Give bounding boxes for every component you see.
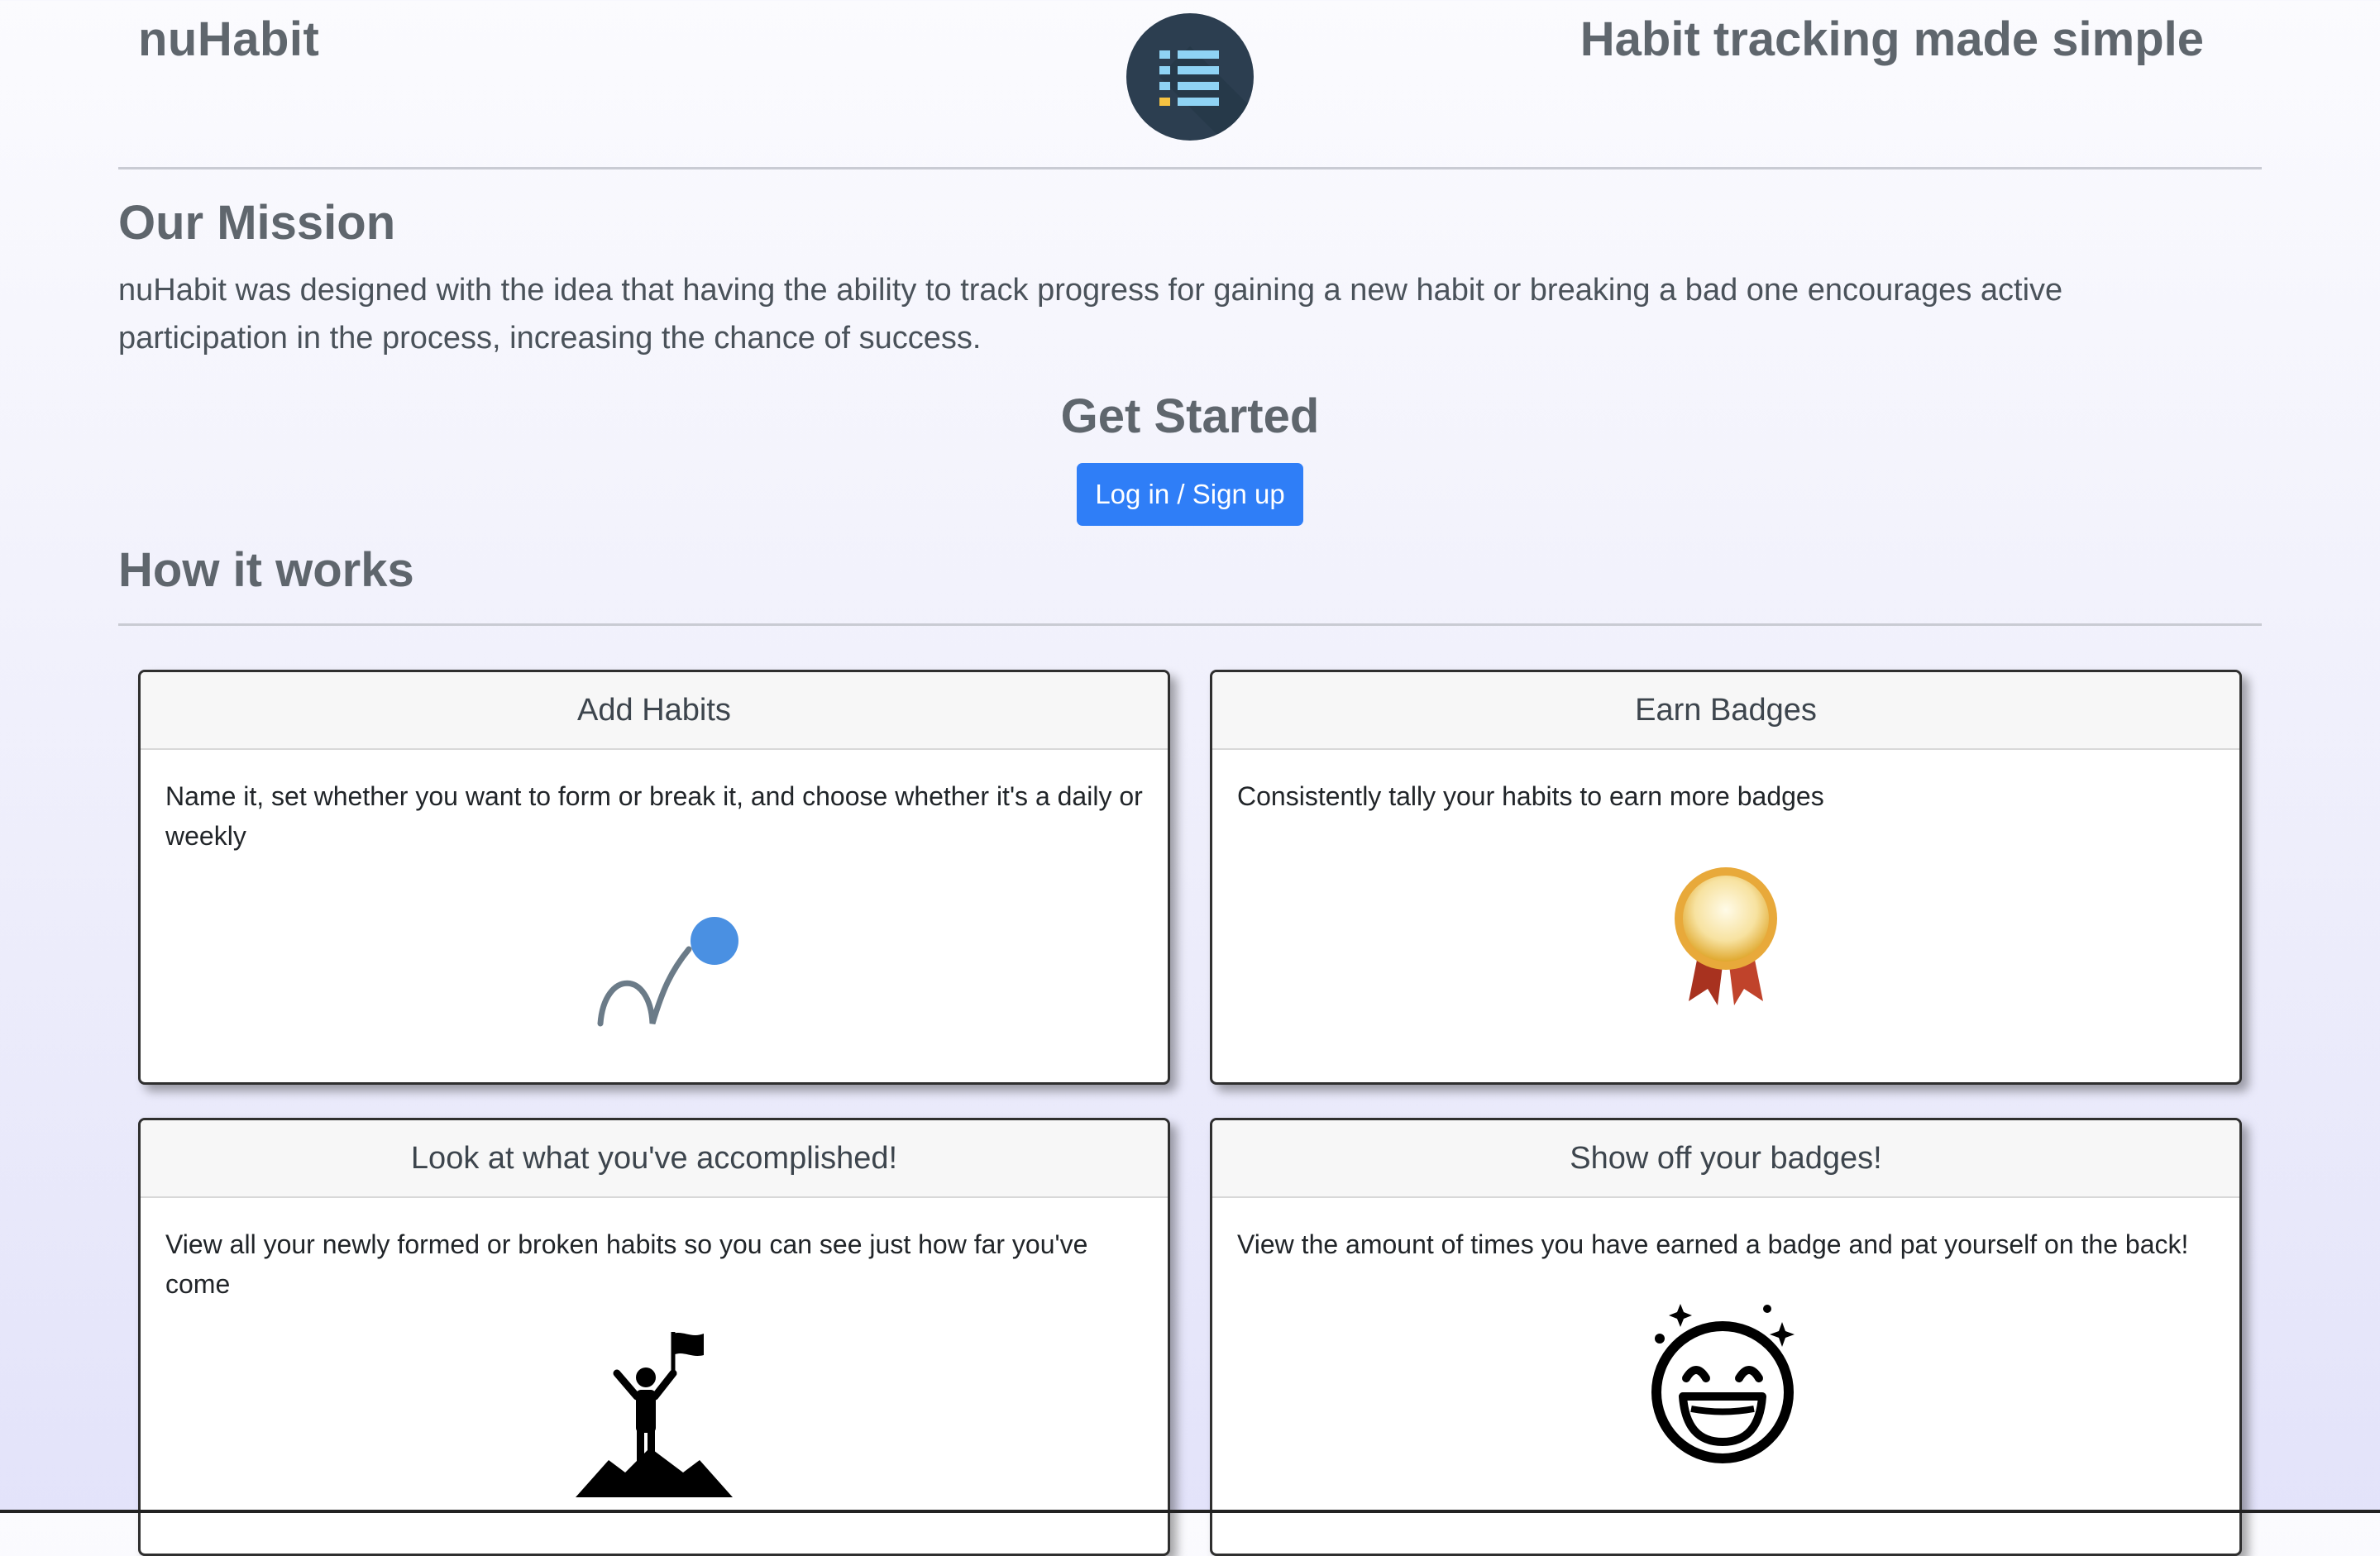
window-bottom-edge bbox=[0, 1510, 2380, 1513]
card-text: View all your newly formed or broken hab… bbox=[165, 1229, 1088, 1299]
card-text: Consistently tally your habits to earn m… bbox=[1237, 781, 1824, 811]
award-ribbon-icon bbox=[1212, 861, 2239, 1014]
card-header: Add Habits bbox=[141, 672, 1168, 750]
card-text: Name it, set whether you want to form or… bbox=[165, 781, 1143, 851]
mission-text: nuHabit was designed with the idea that … bbox=[118, 273, 2063, 356]
card-header: Earn Badges bbox=[1212, 672, 2239, 750]
login-signup-button[interactable]: Log in / Sign up bbox=[1077, 463, 1303, 526]
brand-title[interactable]: nuHabit bbox=[138, 12, 319, 67]
card-accomplished: Look at what you've accomplished! View a… bbox=[138, 1118, 1170, 1556]
card-earn-badges: Earn Badges Consistently tally your habi… bbox=[1210, 670, 2242, 1085]
card-add-habits: Add Habits Name it, set whether you want… bbox=[138, 670, 1170, 1085]
get-started-title: Get Started bbox=[1060, 389, 1320, 443]
laughing-face-icon bbox=[1212, 1289, 2239, 1475]
card-header: Look at what you've accomplished! bbox=[141, 1120, 1168, 1198]
card-show-badges: Show off your badges! View the amount of… bbox=[1210, 1118, 2242, 1556]
card-text: View the amount of times you have earned… bbox=[1237, 1229, 2189, 1259]
card-header: Show off your badges! bbox=[1212, 1120, 2239, 1198]
list-icon bbox=[1126, 13, 1254, 141]
how-it-works-divider bbox=[118, 623, 2262, 626]
summit-flag-icon bbox=[141, 1332, 1168, 1501]
mission-title: Our Mission bbox=[118, 196, 396, 250]
how-it-works-title: How it works bbox=[118, 543, 414, 597]
bouncing-ball-icon bbox=[141, 912, 1168, 1040]
tagline: Habit tracking made simple bbox=[1579, 12, 2204, 66]
header-divider bbox=[118, 167, 2262, 169]
page-container: nuHabit Habit tracking made simple Our M… bbox=[118, 0, 2262, 1556]
